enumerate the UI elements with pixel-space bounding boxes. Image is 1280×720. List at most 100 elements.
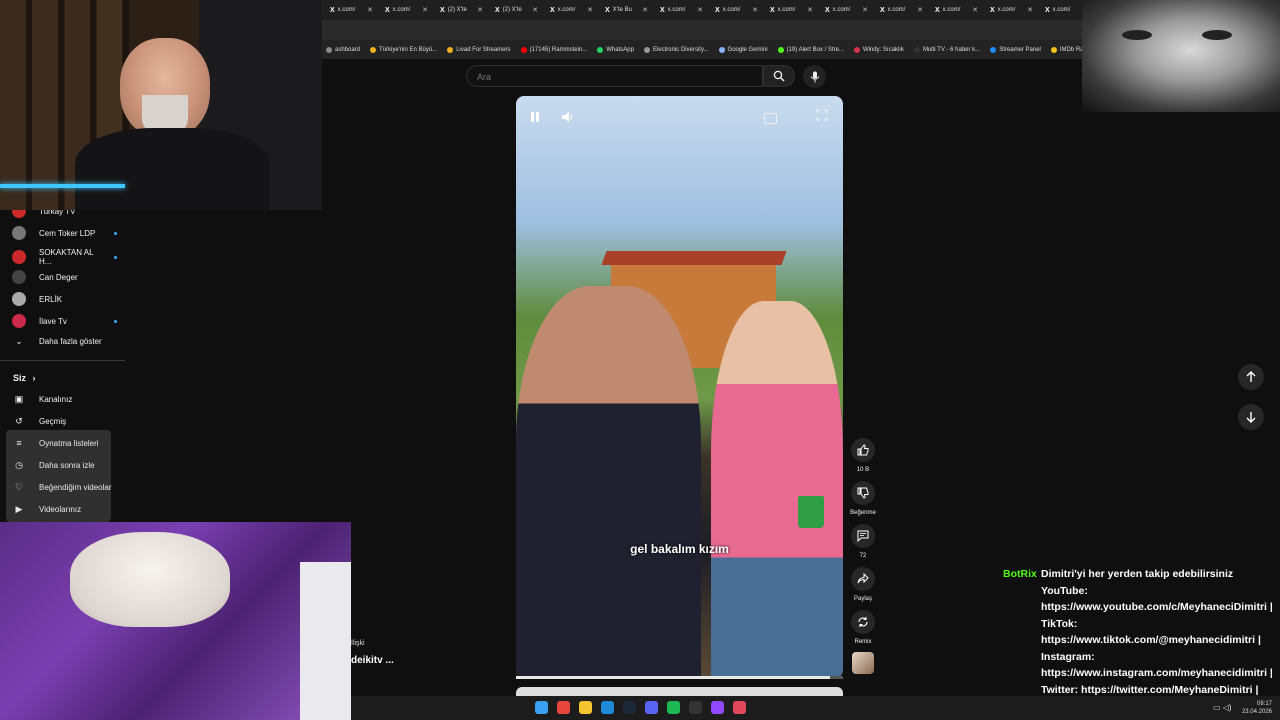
address-bar[interactable] <box>322 20 1082 40</box>
bookmark-item[interactable]: Windy: Sıcaklık <box>853 46 904 53</box>
bookmark-favicon <box>990 46 997 53</box>
chat-line: https://www.youtube.com/c/MeyhaneciDimit… <box>1041 601 1273 613</box>
sidebar-channel[interactable]: İlave Tv <box>12 314 117 328</box>
x-logo-icon: X <box>1045 6 1050 14</box>
history-icon: ↺ <box>15 416 23 426</box>
system-tray-icons[interactable]: ▭ ◁) <box>1213 703 1232 712</box>
close-icon[interactable]: ✕ <box>532 6 538 14</box>
browser-tab[interactable]: X (2) X'te ✕ <box>487 0 542 20</box>
epic-games-icon[interactable] <box>689 701 702 714</box>
volume-icon <box>562 112 573 122</box>
volume-button[interactable] <box>560 110 574 129</box>
browser-tab[interactable]: Xx.com/✕ <box>542 0 597 20</box>
browser-tab[interactable]: Xx.com/✕ <box>762 0 817 20</box>
captions-icon <box>764 113 777 124</box>
voice-search-button[interactable] <box>803 65 826 88</box>
bookmark-label: Streamer Panel <box>999 46 1041 53</box>
remix-button[interactable] <box>851 610 875 634</box>
sidebar-channel[interactable]: ERLİK <box>12 292 117 306</box>
person-right <box>711 301 843 678</box>
sidebar-channel[interactable]: Cem Toker LDP <box>12 226 117 240</box>
clock[interactable]: 08:17 23.04.2026 <box>1238 700 1272 716</box>
close-icon[interactable]: ✕ <box>477 6 483 14</box>
close-icon[interactable]: ✕ <box>587 6 593 14</box>
bookmark-item[interactable]: Electronic Diversity... <box>643 46 709 53</box>
search-button[interactable] <box>763 65 795 87</box>
browser-tab[interactable]: Xx.com/✕ <box>707 0 762 20</box>
search-input[interactable] <box>475 71 759 83</box>
bookmark-item[interactable]: Multi TV - 6 haber k... <box>913 46 980 53</box>
next-short-button[interactable] <box>1238 404 1264 430</box>
discord-icon[interactable] <box>645 701 658 714</box>
browser-tab[interactable]: X X'te Bu ✕ <box>597 0 652 20</box>
next-short-preview[interactable] <box>516 687 843 696</box>
browser-tab[interactable]: Xx.com/✕ <box>817 0 872 20</box>
bookmark-item[interactable]: Türkiye'nin En Büyü... <box>370 46 437 53</box>
show-more-button[interactable]: ⌄ Daha fazla göster <box>12 336 117 347</box>
microphone-icon <box>810 71 819 82</box>
bookmark-favicon <box>597 46 604 53</box>
bookmark-label: Electronic Diversity... <box>652 46 709 53</box>
dislike-label: Beğenme <box>850 510 876 516</box>
close-icon[interactable]: ✕ <box>972 6 978 14</box>
edge-icon[interactable] <box>601 701 614 714</box>
you-item[interactable]: ▣ Kanalınız <box>12 394 117 405</box>
file-explorer-icon[interactable] <box>579 701 592 714</box>
bookmark-item[interactable]: (17145) Rammstein... <box>520 46 587 53</box>
previous-short-button[interactable] <box>1238 364 1264 390</box>
like-button[interactable] <box>851 438 875 462</box>
close-icon[interactable]: ✕ <box>917 6 923 14</box>
bookmark-item[interactable]: (19) Alert Box / Stre... <box>777 46 844 53</box>
obs-kick-icon[interactable] <box>711 701 724 714</box>
browser-tab[interactable]: X (2) X'te ✕ <box>432 0 487 20</box>
browser-tab[interactable]: Xx.com/✕ <box>927 0 982 20</box>
browser-tab[interactable]: Xx.com/✕ <box>322 0 377 20</box>
you-section-header[interactable]: Siz › <box>13 373 36 383</box>
tab-label: x.com/ <box>667 7 686 13</box>
bookmark-item[interactable]: ashboard <box>326 46 360 53</box>
dislike-button[interactable] <box>851 481 875 505</box>
share-button[interactable] <box>851 567 875 591</box>
steam-icon[interactable] <box>623 701 636 714</box>
bookmark-favicon <box>447 46 454 53</box>
close-icon[interactable]: ✕ <box>752 6 758 14</box>
close-icon[interactable]: ✕ <box>807 6 813 14</box>
browser-tab[interactable]: Xx.com/✕ <box>872 0 927 20</box>
close-icon[interactable]: ✕ <box>697 6 703 14</box>
bookmark-item[interactable]: Livad For Streamers <box>447 46 511 53</box>
bookmark-item[interactable]: Streamer Panel <box>990 46 1041 53</box>
shorts-video-player[interactable]: gel bakalım kızım <box>516 96 843 678</box>
pause-button[interactable] <box>528 110 542 129</box>
tab-label: x.com/ <box>337 7 356 13</box>
bookmark-item[interactable]: IMDb Ratings <box>1050 46 1082 53</box>
search-box[interactable] <box>466 65 763 87</box>
browser-tab[interactable]: Xx.com/✕ <box>982 0 1037 20</box>
sidebar-channel[interactable]: Can Deger <box>12 270 117 284</box>
bookmark-favicon <box>718 46 725 53</box>
app-icon[interactable] <box>733 701 746 714</box>
taskbar <box>351 696 1280 720</box>
close-icon[interactable]: ✕ <box>862 6 868 14</box>
fullscreen-button[interactable] <box>816 108 828 126</box>
tab-label: x.com/ <box>942 7 961 13</box>
close-icon[interactable]: ✕ <box>1027 6 1033 14</box>
audio-thumbnail[interactable] <box>852 652 874 674</box>
close-icon[interactable]: ✕ <box>422 6 428 14</box>
bookmark-item[interactable]: Google Gemini <box>718 46 768 53</box>
spotify-icon[interactable] <box>667 701 680 714</box>
live-dot-icon <box>114 319 117 323</box>
comments-button[interactable] <box>851 524 875 548</box>
close-icon[interactable]: ✕ <box>367 6 373 14</box>
captions-button[interactable] <box>764 111 777 129</box>
channel-icon: ▣ <box>14 394 24 404</box>
windows-start-icon[interactable] <box>535 701 548 714</box>
you-item[interactable]: ↺ Geçmiş <box>12 416 117 427</box>
video-progress-bar[interactable] <box>516 676 843 679</box>
browser-tab[interactable]: Xx.com/✕ <box>652 0 707 20</box>
close-icon[interactable]: ✕ <box>642 6 648 14</box>
browser-tab[interactable]: Xx.com/✕ <box>1037 0 1082 20</box>
chrome-icon[interactable] <box>557 701 570 714</box>
sidebar-channel[interactable]: SOKAKTAN AL H... <box>12 248 117 266</box>
browser-tab[interactable]: Xx.com/✕ <box>377 0 432 20</box>
bookmark-item[interactable]: WhatsApp <box>597 46 634 53</box>
